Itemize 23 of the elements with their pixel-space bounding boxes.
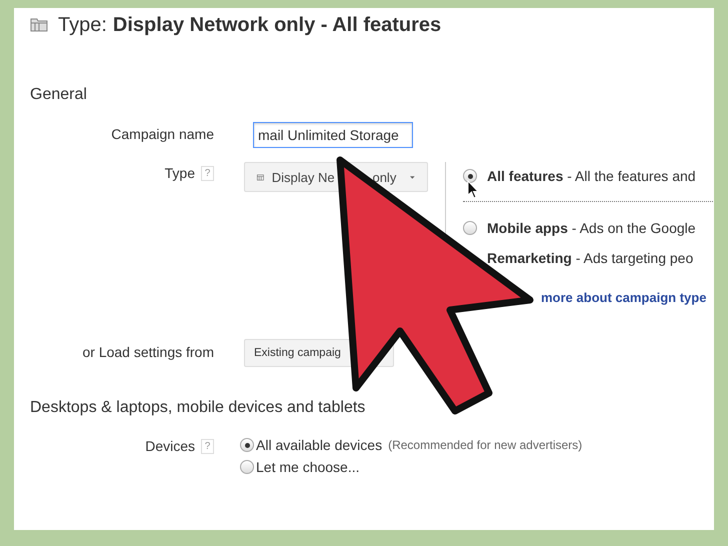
mouse-cursor-icon xyxy=(467,180,479,199)
section-title: Desktops & laptops, mobile devices and tablets xyxy=(29,399,366,417)
field-label: Type xyxy=(164,165,195,181)
field-label: Devices xyxy=(145,438,195,454)
option-label: Let me choose... xyxy=(256,459,360,475)
caret-icon xyxy=(410,174,416,180)
folder-icon xyxy=(30,18,48,32)
type-heading: Type: Display Network only - All features xyxy=(58,14,442,36)
option-text: Remarketing - Ads targeting peo xyxy=(487,250,694,266)
radio-button[interactable] xyxy=(463,221,477,235)
field-label: Campaign name xyxy=(111,126,214,142)
option-text: Mobile apps - Ads on the Google xyxy=(487,220,696,236)
radio-button[interactable] xyxy=(240,460,254,474)
campaign-name-field[interactable]: mail Unlimited Storage xyxy=(253,122,413,148)
radio-button[interactable] xyxy=(463,169,477,183)
option-note: (Recommended for new advertisers) xyxy=(388,438,582,452)
radio-button[interactable] xyxy=(240,438,254,452)
folder-icon xyxy=(257,172,264,182)
learn-more-link[interactable]: more about campaign type xyxy=(541,290,714,305)
option-label: All available devices xyxy=(256,437,382,453)
option-text: All features - All the features and xyxy=(487,168,696,184)
section-title: General xyxy=(29,86,88,104)
field-label: or Load settings from xyxy=(82,344,214,360)
